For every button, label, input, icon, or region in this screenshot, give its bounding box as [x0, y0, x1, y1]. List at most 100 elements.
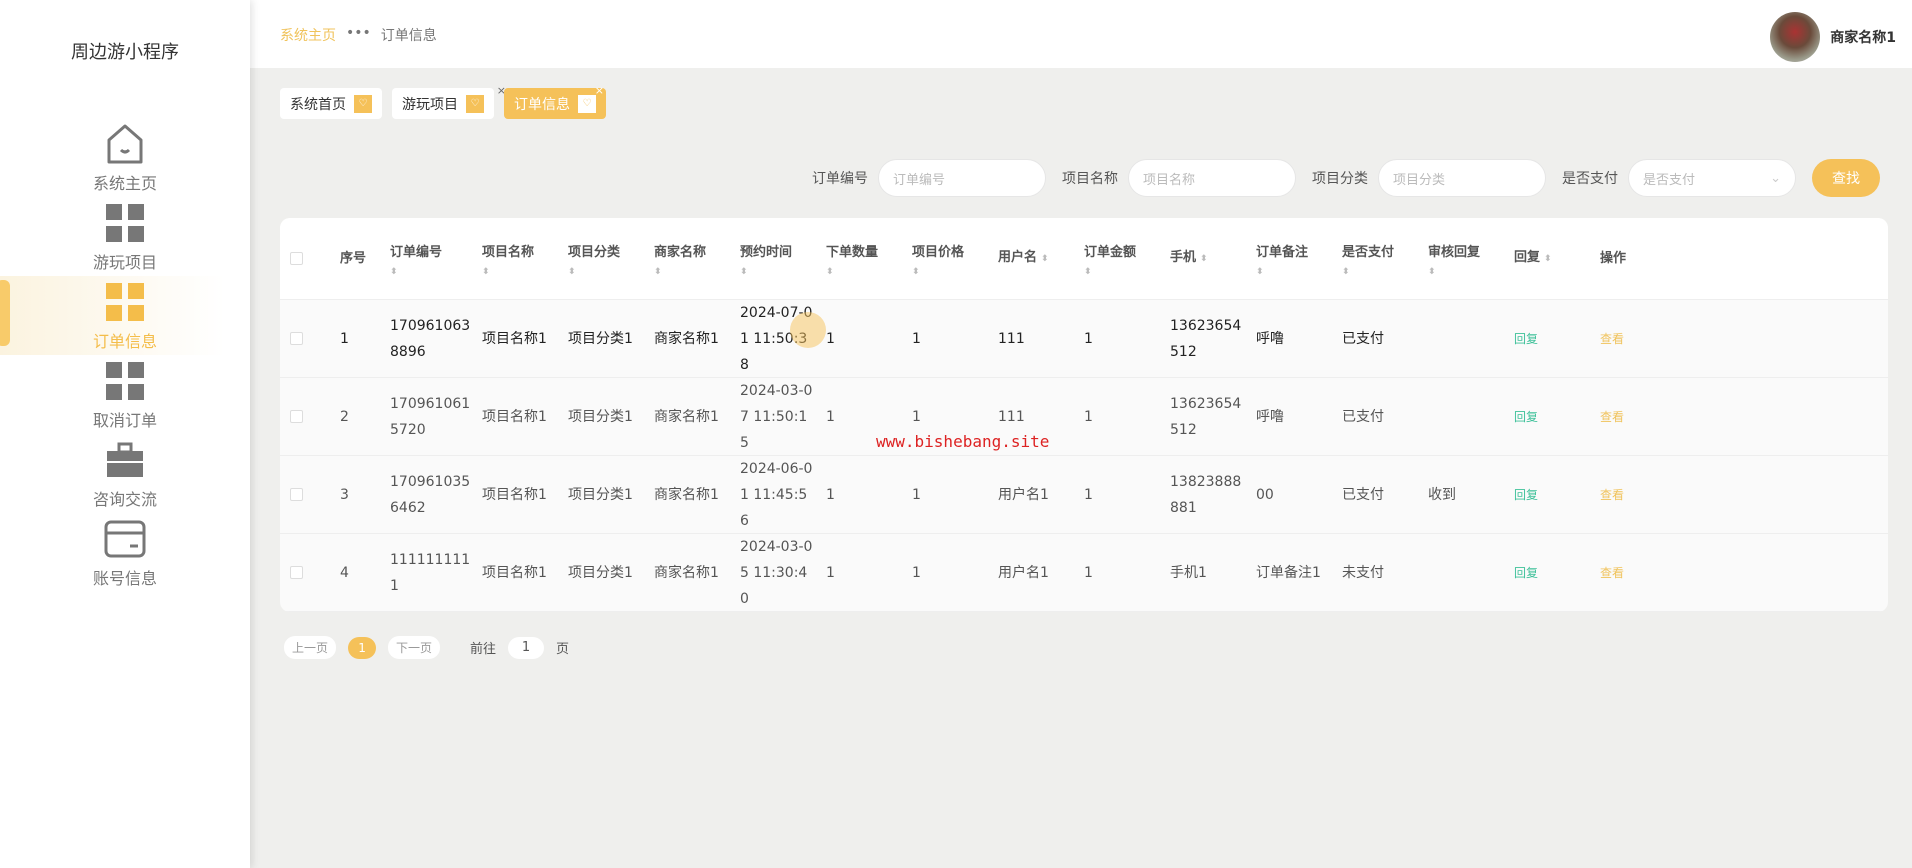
table-cell: 1 [826, 330, 835, 347]
close-icon[interactable]: × [595, 84, 604, 97]
sidebar-item-cancelled[interactable]: 取消订单 [0, 355, 250, 434]
table-cell: 13623654512 [1170, 395, 1242, 438]
column-header[interactable]: 是否支付 ⬍ [1332, 240, 1418, 278]
cursor-highlight [790, 312, 826, 348]
column-header[interactable]: 审核回复 ⬍ [1418, 240, 1504, 278]
grid-icon [103, 201, 147, 245]
column-header[interactable]: 手机 ⬍ [1160, 245, 1246, 272]
column-header[interactable]: 订单编号 ⬍ [380, 240, 472, 278]
sort-icon[interactable]: ⬍ [1200, 254, 1208, 264]
table-cell: 用户名1 [998, 486, 1049, 503]
table-cell: 手机1 [1170, 564, 1207, 581]
app-title: 周边游小程序 [71, 42, 179, 63]
sort-icon[interactable]: ⬍ [568, 266, 644, 278]
card-icon [103, 517, 147, 561]
sidebar-item-label: 系统主页 [92, 173, 157, 193]
tab-home[interactable]: 系统首页 ♡ [280, 88, 382, 119]
sort-icon[interactable]: ⬍ [1256, 266, 1332, 278]
table-cell: 2024-03-07 11:50:15 [740, 382, 813, 451]
table-cell: 项目名称1 [482, 408, 547, 425]
paid-label: 是否支付 [1562, 171, 1618, 187]
tab-projects[interactable]: 游玩项目 ♡ × [392, 84, 506, 119]
table-cell: 已支付 [1342, 408, 1384, 425]
column-header[interactable]: 项目分类 ⬍ [558, 240, 644, 278]
breadcrumb-current: 订单信息 [380, 28, 437, 44]
table-cell: 已支付 [1342, 486, 1384, 503]
column-header[interactable]: 项目名称 ⬍ [472, 240, 558, 278]
table-cell: 1 [912, 564, 921, 581]
sort-icon[interactable]: ⬍ [654, 266, 730, 278]
project-name-input[interactable]: 项目名称 [1128, 159, 1296, 197]
goto-suffix: 页 [556, 642, 570, 657]
table-cell: 商家名称1 [654, 564, 719, 581]
breadcrumb-home[interactable]: 系统主页 [280, 25, 336, 45]
view-button[interactable]: 查看 [1600, 566, 1624, 580]
table-cell: 111 [998, 330, 1025, 347]
avatar [1770, 12, 1821, 62]
column-header[interactable]: 订单备注 ⬍ [1246, 240, 1332, 278]
goto-prefix: 前往 [470, 642, 497, 657]
grid-icon [103, 280, 147, 324]
column-header[interactable]: 商家名称 ⬍ [644, 240, 730, 278]
sort-icon[interactable]: ⬍ [482, 266, 558, 278]
column-header[interactable]: 用户名 ⬍ [988, 245, 1074, 272]
sort-icon[interactable]: ⬍ [1342, 266, 1418, 278]
table-cell: 2024-06-01 11:45:56 [740, 460, 813, 529]
search-button[interactable]: 查找 [1812, 159, 1880, 197]
column-header-label: 订单金额 [1084, 244, 1137, 260]
column-header[interactable]: 订单金额 ⬍ [1074, 240, 1160, 278]
sidebar-item-label: 取消订单 [92, 410, 157, 430]
table-cell: 已支付 [1342, 330, 1384, 347]
sidebar-item-home[interactable]: 系统主页 [0, 118, 250, 197]
reply-button[interactable]: 回复 [1514, 410, 1538, 424]
row-checkbox[interactable] [280, 332, 330, 345]
paid-select[interactable]: 是否支付 ⌄ [1628, 159, 1796, 197]
row-checkbox[interactable] [280, 566, 330, 579]
sidebar-item-orders[interactable]: 订单信息 [0, 276, 250, 355]
sort-icon[interactable]: ⬍ [1084, 266, 1160, 278]
sort-icon[interactable]: ⬍ [912, 266, 988, 278]
page-1-button[interactable]: 1 [348, 636, 377, 659]
sort-icon[interactable]: ⬍ [740, 266, 816, 278]
sort-icon[interactable]: ⬍ [390, 266, 472, 278]
view-button[interactable]: 查看 [1600, 410, 1624, 424]
reply-cell: 回复 [1504, 482, 1590, 508]
project-category-input[interactable]: 项目分类 [1378, 159, 1546, 197]
select-all-checkbox[interactable] [280, 252, 330, 265]
table-cell: 项目名称1 [482, 564, 547, 581]
sidebar-item-consult[interactable]: 咨询交流 [0, 434, 250, 513]
column-header[interactable]: 回复 ⬍ [1504, 245, 1590, 272]
sidebar-item-account[interactable]: 账号信息 [0, 513, 250, 592]
table-cell: 4 [340, 564, 349, 581]
view-button[interactable]: 查看 [1600, 488, 1624, 502]
sort-icon[interactable]: ⬍ [1041, 254, 1049, 264]
reply-button[interactable]: 回复 [1514, 488, 1538, 502]
reply-button[interactable]: 回复 [1514, 566, 1538, 580]
tab-label: 系统首页 [290, 96, 346, 113]
prev-page-button[interactable]: 上一页 [284, 636, 337, 659]
column-header[interactable]: 项目价格 ⬍ [902, 240, 988, 278]
sort-icon[interactable]: ⬍ [826, 266, 902, 278]
column-header[interactable]: 预约时间 ⬍ [730, 240, 816, 278]
tab-orders[interactable]: 订单信息 ♡ × [504, 84, 606, 119]
sort-icon[interactable]: ⬍ [1544, 254, 1552, 264]
column-header[interactable]: 下单数量 ⬍ [816, 240, 902, 278]
column-header-label: 下单数量 [826, 244, 879, 260]
goto-page-input[interactable]: 1 [508, 636, 545, 659]
user-menu[interactable]: 商家名称1 [1770, 12, 1896, 62]
sidebar-item-projects[interactable]: 游玩项目 [0, 197, 250, 276]
table-cell: 1709610356462 [390, 473, 471, 516]
table-cell: 111 [998, 408, 1025, 425]
grid-icon [103, 359, 147, 403]
next-page-button[interactable]: 下一页 [388, 636, 441, 659]
table-cell: 1709610638896 [390, 317, 471, 360]
table-cell: 1 [340, 330, 349, 347]
row-checkbox[interactable] [280, 488, 330, 501]
sort-icon[interactable]: ⬍ [1428, 266, 1504, 278]
table-cell: 1 [826, 408, 835, 425]
reply-button[interactable]: 回复 [1514, 332, 1538, 346]
view-button[interactable]: 查看 [1600, 332, 1624, 346]
order-no-input[interactable]: 订单编号 [878, 159, 1046, 197]
column-header: 操作 [1590, 246, 1888, 272]
row-checkbox[interactable] [280, 410, 330, 423]
